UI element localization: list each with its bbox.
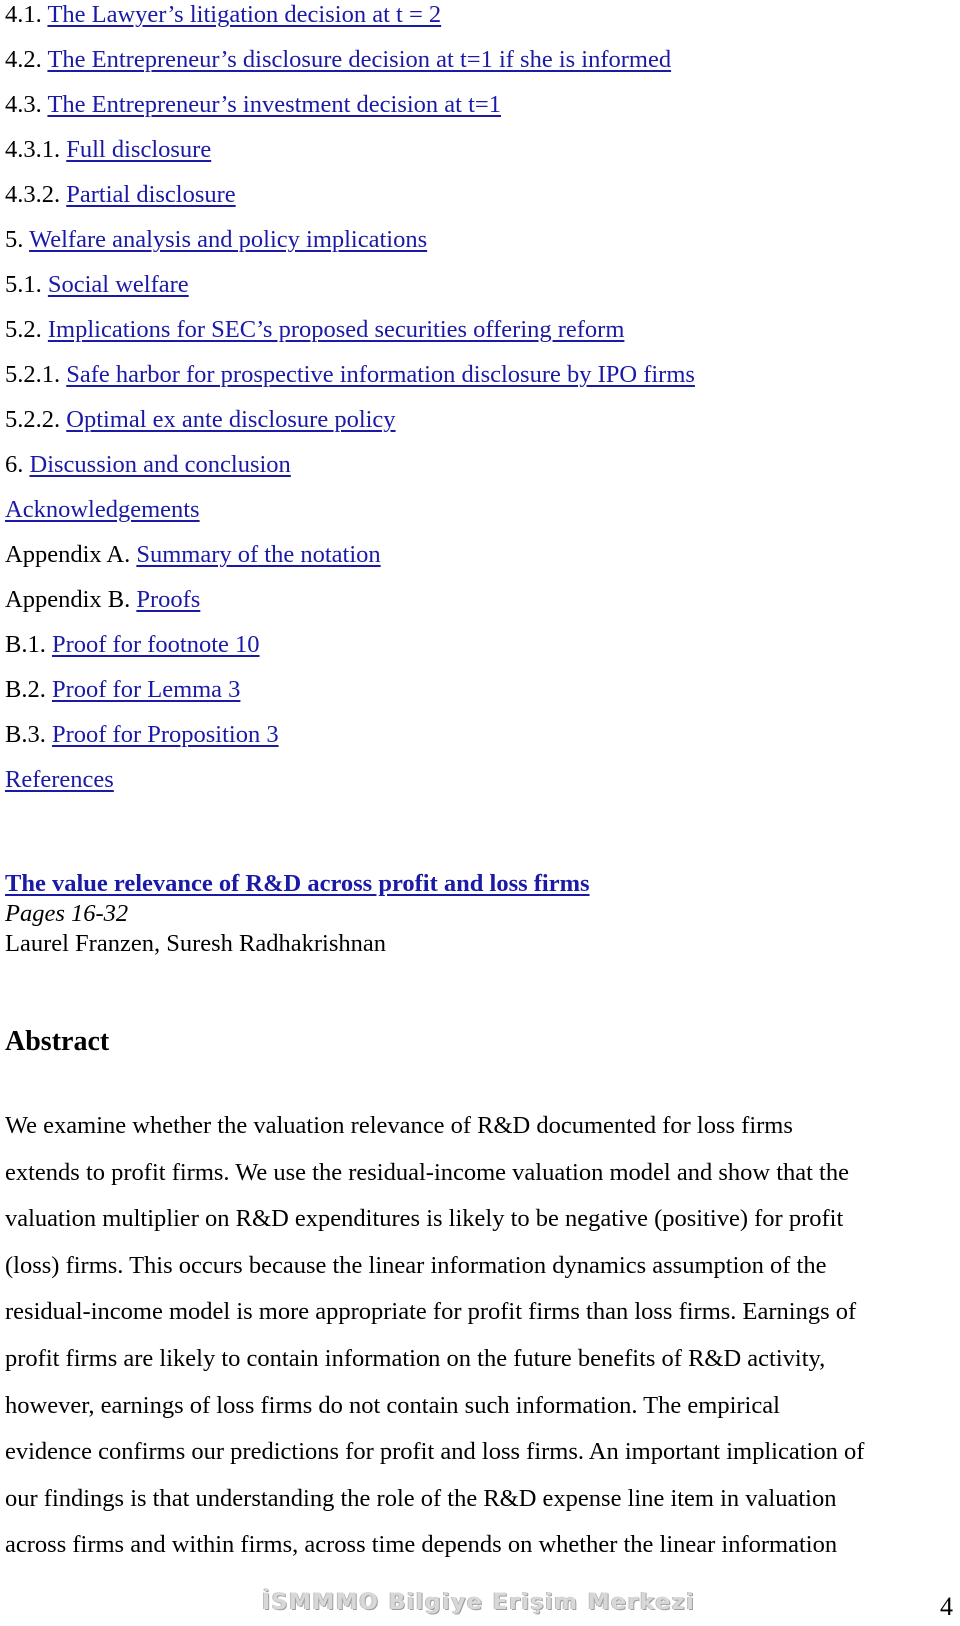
toc-link[interactable]: Proofs — [136, 586, 200, 613]
toc-link[interactable]: The Entrepreneur’s disclosure decision a… — [47, 46, 671, 73]
toc-item: 5.2.2. Optimal ex ante disclosure policy — [5, 405, 396, 435]
toc-item: 4.2. The Entrepreneur’s disclosure decis… — [5, 45, 671, 75]
toc-number: 5.2.2. — [5, 406, 61, 433]
toc-number: 4.2. — [5, 46, 42, 73]
toc-number: 5.1. — [5, 271, 42, 298]
toc-item: 4.3.1. Full disclosure — [5, 135, 211, 165]
toc-link[interactable]: The Lawyer’s litigation decision at t = … — [47, 1, 441, 28]
toc-number: 4.1. — [5, 1, 42, 28]
toc-number: Appendix B. — [5, 586, 131, 613]
toc-link[interactable]: Summary of the notation — [136, 541, 380, 568]
toc-number: 6. — [5, 451, 24, 478]
toc-link[interactable]: Proof for Proposition 3 — [52, 721, 279, 748]
article-pages: Pages 16-32 — [5, 900, 129, 927]
abstract-heading: Abstract — [5, 1026, 110, 1057]
article-authors: Laurel Franzen, Suresh Radhakrishnan — [5, 930, 386, 957]
abstract-line: valuation multiplier on R&D expenditures… — [5, 1205, 844, 1233]
toc-number: B.2. — [5, 676, 46, 703]
toc-number: 5. — [5, 226, 24, 253]
toc-link[interactable]: References — [5, 766, 114, 793]
toc-link[interactable]: Implications for SEC’s proposed securiti… — [48, 316, 625, 343]
toc-number: 5.2.1. — [5, 361, 61, 388]
toc-link[interactable]: Discussion and conclusion — [30, 451, 291, 478]
toc-link[interactable]: Proof for Lemma 3 — [52, 676, 240, 703]
toc-number: Appendix A. — [5, 541, 131, 568]
footer-watermark: İSMMMO Bilgiye Erişim Merkezi — [262, 1590, 696, 1615]
toc-item: B.3. Proof for Proposition 3 — [5, 720, 279, 750]
toc-link[interactable]: Safe harbor for prospective information … — [66, 361, 695, 388]
article-title-link[interactable]: The value relevance of R&D across profit… — [5, 869, 590, 899]
toc-link[interactable]: Social welfare — [48, 271, 189, 298]
toc-link[interactable]: Optimal ex ante disclosure policy — [66, 406, 395, 433]
toc-link[interactable]: Welfare analysis and policy implications — [29, 226, 427, 253]
toc-item: References — [5, 765, 114, 795]
toc-item: 6. Discussion and conclusion — [5, 450, 291, 480]
abstract-line: We examine whether the valuation relevan… — [5, 1112, 793, 1139]
toc-item: B.1. Proof for footnote 10 — [5, 630, 260, 660]
toc-link[interactable]: The Entrepreneur’s investment decision a… — [47, 91, 501, 118]
toc-link[interactable]: Acknowledgements — [5, 496, 200, 523]
toc-number: B.1. — [5, 631, 46, 658]
abstract-line: (loss) firms. This occurs because the li… — [5, 1251, 827, 1279]
toc-number: 4.3. — [5, 91, 42, 118]
abstract-line: across firms and within firms, across ti… — [5, 1531, 838, 1559]
toc-number: 4.3.2. — [5, 181, 61, 208]
toc-item: 5.2.1. Safe harbor for prospective infor… — [5, 360, 695, 390]
toc-link[interactable]: Full disclosure — [66, 136, 211, 163]
toc-item: Appendix A. Summary of the notation — [5, 540, 381, 570]
toc-item: B.2. Proof for Lemma 3 — [5, 675, 240, 705]
toc-number: B.3. — [5, 721, 46, 748]
toc-item: 4.3.2. Partial disclosure — [5, 180, 236, 210]
toc-number: 5.2. — [5, 316, 42, 343]
abstract-line: residual-income model is more appropriat… — [5, 1298, 857, 1326]
toc-number: 4.3.1. — [5, 136, 61, 163]
toc-link[interactable]: Partial disclosure — [66, 181, 235, 208]
toc-item: 5. Welfare analysis and policy implicati… — [5, 225, 427, 255]
abstract-line: profit firms are likely to contain infor… — [5, 1344, 826, 1372]
toc-item: Acknowledgements — [5, 495, 200, 525]
toc-item: 5.1. Social welfare — [5, 270, 189, 300]
toc-item: 4.1. The Lawyer’s litigation decision at… — [5, 0, 441, 30]
page-number: 4 — [940, 1592, 953, 1621]
abstract-line: extends to profit firms. We use the resi… — [5, 1158, 849, 1186]
toc-item: 4.3. The Entrepreneur’s investment decis… — [5, 90, 501, 120]
toc-item: Appendix B. Proofs — [5, 585, 200, 615]
toc-link[interactable]: Proof for footnote 10 — [52, 631, 260, 658]
abstract-line: however, earnings of loss firms do not c… — [5, 1391, 780, 1419]
abstract-line: evidence confirms our predictions for pr… — [5, 1438, 865, 1466]
abstract-line: our findings is that understanding the r… — [5, 1484, 837, 1512]
toc-item: 5.2. Implications for SEC’s proposed sec… — [5, 315, 624, 345]
abstract-body: We examine whether the valuation relevan… — [5, 1103, 955, 1569]
